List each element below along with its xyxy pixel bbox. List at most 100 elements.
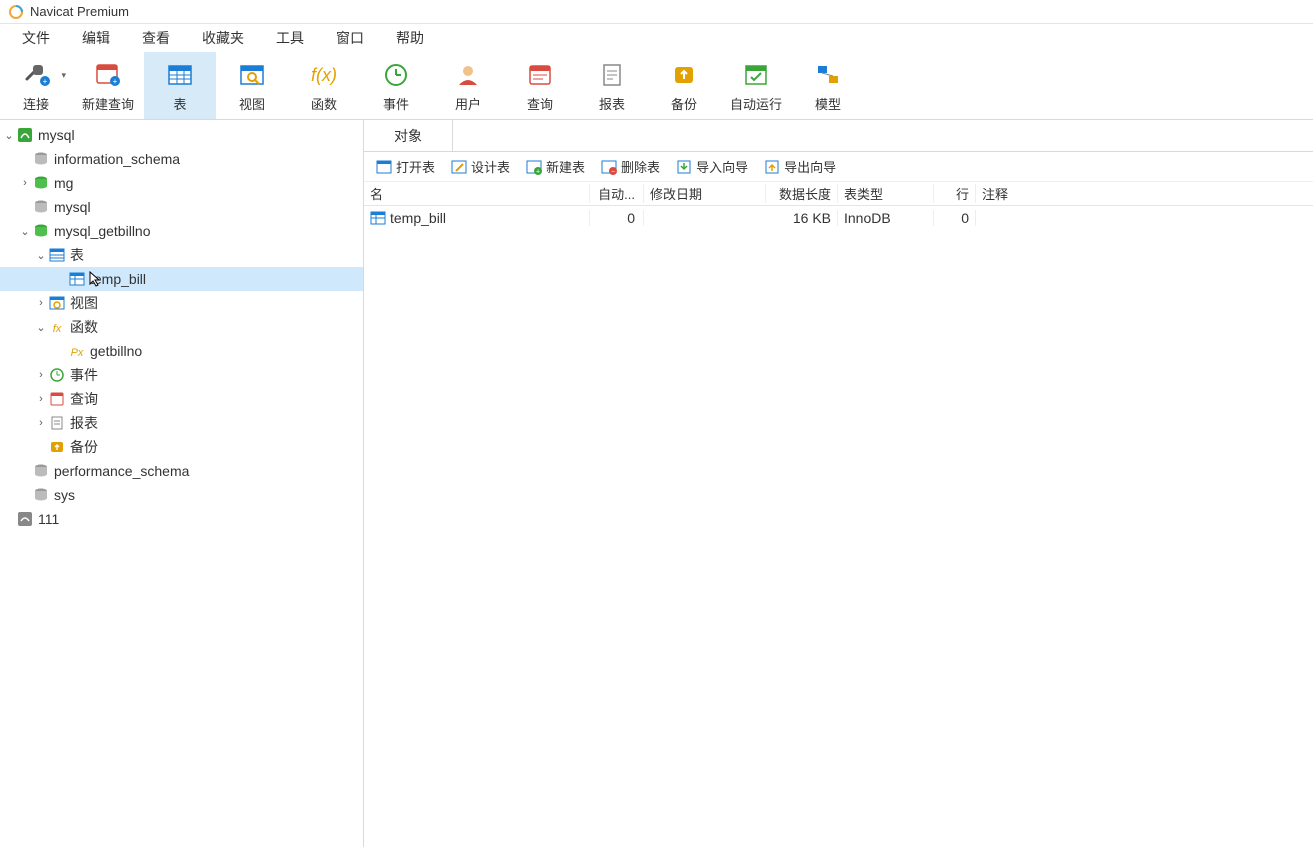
- col-rows[interactable]: 行: [934, 184, 976, 203]
- table-icon: [68, 271, 86, 287]
- toolbar-autorun[interactable]: 自动运行: [720, 52, 792, 119]
- clock-icon: [381, 58, 411, 92]
- connection-tree[interactable]: ⌄ mysql • information_schema › mg • mysq…: [0, 120, 364, 847]
- obj-new-table[interactable]: +新建表: [520, 155, 591, 178]
- svg-text:+: +: [536, 168, 540, 175]
- svg-text:f(x): f(x): [311, 65, 337, 85]
- chevron-right-icon[interactable]: ›: [18, 177, 32, 189]
- tree-fn-getbillno[interactable]: Px getbillno: [0, 339, 363, 363]
- tree-label: getbillno: [90, 343, 142, 359]
- tree-conn-mysql[interactable]: ⌄ mysql: [0, 123, 363, 147]
- tree-label: 函数: [70, 317, 98, 337]
- chevron-down-icon[interactable]: ⌄: [34, 321, 48, 334]
- database-active-icon: [32, 175, 50, 191]
- tree-db-getbillno[interactable]: ⌄ mysql_getbillno: [0, 219, 363, 243]
- tree-label: mysql: [54, 199, 91, 215]
- col-name[interactable]: 名: [364, 184, 590, 203]
- toolbar-backup[interactable]: 备份: [648, 52, 720, 119]
- tree-db-performance[interactable]: • performance_schema: [0, 459, 363, 483]
- tree-node-backup[interactable]: • 备份: [0, 435, 363, 459]
- view-icon: [237, 58, 267, 92]
- menu-edit[interactable]: 编辑: [66, 25, 126, 51]
- tree-label: 查询: [70, 389, 98, 409]
- table-group-icon: [48, 247, 66, 263]
- toolbar-view[interactable]: 视图: [216, 52, 288, 119]
- obj-design-table[interactable]: 设计表: [445, 155, 516, 178]
- tree-label: 备份: [70, 437, 98, 457]
- tree-node-queries[interactable]: › 查询: [0, 387, 363, 411]
- obj-delete-table[interactable]: −删除表: [595, 155, 666, 178]
- database-icon: [32, 151, 50, 167]
- chevron-right-icon[interactable]: ›: [34, 297, 48, 309]
- menu-favorites[interactable]: 收藏夹: [186, 25, 260, 51]
- function-group-icon: fx: [48, 319, 66, 335]
- toolbar-user[interactable]: 用户: [432, 52, 504, 119]
- query-icon: [525, 58, 555, 92]
- chevron-down-icon: ▾: [61, 70, 66, 81]
- chevron-down-icon[interactable]: ⌄: [2, 129, 16, 142]
- tab-objects[interactable]: 对象: [364, 120, 453, 151]
- menu-window[interactable]: 窗口: [320, 25, 380, 51]
- svg-text:Px: Px: [71, 347, 84, 359]
- tree-node-functions[interactable]: ⌄ fx 函数: [0, 315, 363, 339]
- toolbar-model[interactable]: 模型: [792, 52, 864, 119]
- chevron-right-icon[interactable]: ›: [34, 393, 48, 405]
- menu-view[interactable]: 查看: [126, 25, 186, 51]
- col-mod[interactable]: 修改日期: [644, 184, 766, 203]
- toolbar-report[interactable]: 报表: [576, 52, 648, 119]
- menu-tools[interactable]: 工具: [260, 25, 320, 51]
- tree-db-information-schema[interactable]: • information_schema: [0, 147, 363, 171]
- tree-db-mysql[interactable]: • mysql: [0, 195, 363, 219]
- menu-file[interactable]: 文件: [6, 25, 66, 51]
- tree-node-events[interactable]: › 事件: [0, 363, 363, 387]
- col-comm[interactable]: 注释: [976, 184, 1313, 203]
- tree-table-temp-bill[interactable]: temp_bill: [0, 267, 363, 291]
- tree-node-tables[interactable]: ⌄ 表: [0, 243, 363, 267]
- toolbar-query[interactable]: 查询: [504, 52, 576, 119]
- col-len[interactable]: 数据长度: [766, 184, 838, 203]
- toolbar-table[interactable]: 表: [144, 52, 216, 119]
- svg-text:+: +: [43, 77, 48, 86]
- table-icon: [165, 58, 195, 92]
- schedule-icon: [741, 58, 771, 92]
- cell-name: temp_bill: [390, 210, 446, 226]
- menu-help[interactable]: 帮助: [380, 25, 440, 51]
- obj-open-table[interactable]: 打开表: [370, 155, 441, 178]
- cursor-icon: [88, 270, 102, 288]
- table-icon: [370, 210, 386, 226]
- tree-db-sys[interactable]: • sys: [0, 483, 363, 507]
- tree-label: 111: [38, 511, 59, 527]
- table-row[interactable]: temp_bill 0 16 KB InnoDB 0: [364, 206, 1313, 230]
- tree-node-views[interactable]: › 视图: [0, 291, 363, 315]
- app-title: Navicat Premium: [30, 4, 129, 19]
- database-icon: [32, 487, 50, 503]
- chevron-down-icon[interactable]: ⌄: [18, 225, 32, 238]
- chevron-right-icon[interactable]: ›: [34, 369, 48, 381]
- cell-type: InnoDB: [838, 210, 934, 226]
- tree-conn-111[interactable]: • 111: [0, 507, 363, 531]
- tree-db-mg[interactable]: › mg: [0, 171, 363, 195]
- database-icon: [32, 463, 50, 479]
- function-icon: f(x): [309, 58, 339, 92]
- query-group-icon: [48, 391, 66, 407]
- toolbar-function[interactable]: f(x) 函数: [288, 52, 360, 119]
- user-icon: [453, 58, 483, 92]
- toolbar-connect[interactable]: + 连接 ▾: [0, 52, 72, 119]
- tree-label: 事件: [70, 365, 98, 385]
- toolbar-event[interactable]: 事件: [360, 52, 432, 119]
- chevron-right-icon[interactable]: ›: [34, 417, 48, 429]
- obj-import-wizard[interactable]: 导入向导: [670, 155, 754, 178]
- plug-icon: +: [21, 58, 51, 92]
- tree-node-reports[interactable]: › 报表: [0, 411, 363, 435]
- col-auto[interactable]: 自动...: [590, 184, 644, 203]
- tree-label: sys: [54, 487, 75, 503]
- col-type[interactable]: 表类型: [838, 184, 934, 203]
- report-group-icon: [48, 415, 66, 431]
- chevron-down-icon[interactable]: ⌄: [34, 249, 48, 262]
- menu-bar: 文件 编辑 查看 收藏夹 工具 窗口 帮助: [0, 24, 1313, 52]
- tree-label: performance_schema: [54, 463, 189, 479]
- tree-label: mysql: [38, 127, 75, 143]
- toolbar-new-query[interactable]: + 新建查询: [72, 52, 144, 119]
- obj-export-wizard[interactable]: 导出向导: [758, 155, 842, 178]
- tree-label: 表: [70, 245, 84, 265]
